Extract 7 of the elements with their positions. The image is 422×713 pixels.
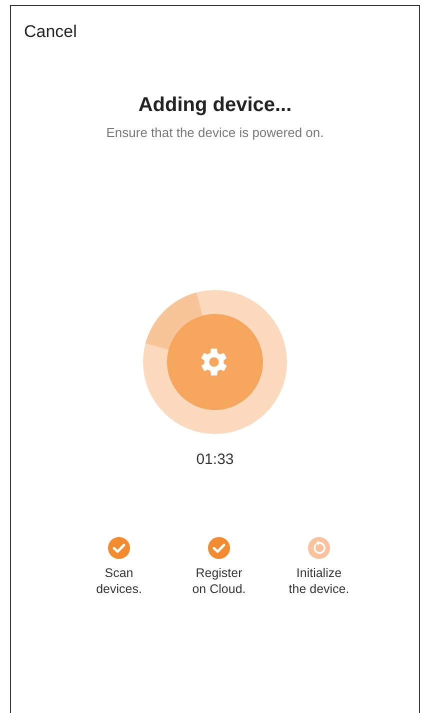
step-label: Register on Cloud. [192,565,246,597]
step-label: Initialize the device. [288,565,350,597]
step-label: Scan devices. [96,565,142,597]
cancel-button[interactable]: Cancel [24,22,77,42]
instruction-text: Ensure that the device is powered on. [106,125,324,140]
page-title: Adding device... [138,94,292,117]
countdown-timer: 01:33 [196,451,234,468]
